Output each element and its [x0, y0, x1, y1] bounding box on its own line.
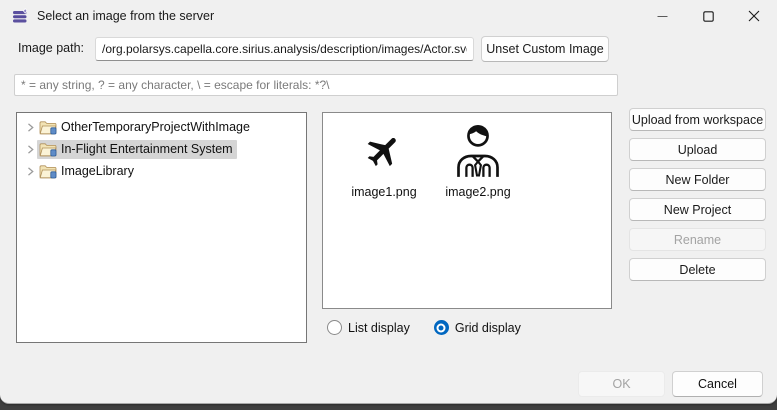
- chevron-right-icon[interactable]: [23, 120, 37, 134]
- tree-item-in-flight-entertainment-system[interactable]: In-Flight Entertainment System: [17, 138, 306, 160]
- person-image: [447, 121, 509, 181]
- unset-custom-image-button[interactable]: Unset Custom Image: [481, 36, 609, 62]
- maximize-button[interactable]: [685, 0, 731, 32]
- ok-button[interactable]: OK: [578, 371, 665, 397]
- new-folder-button[interactable]: New Folder: [629, 168, 766, 191]
- gallery-item-image1[interactable]: image1.png: [341, 121, 427, 199]
- tree-item-other-temporary-project[interactable]: OtherTemporaryProjectWithImage: [17, 116, 306, 138]
- airplane-image: [353, 121, 415, 181]
- cancel-button[interactable]: Cancel: [672, 371, 763, 397]
- close-button[interactable]: [731, 0, 777, 32]
- tree-item-label: ImageLibrary: [61, 164, 134, 178]
- gallery-item-label: image1.png: [351, 185, 416, 199]
- image-path-input[interactable]: [95, 37, 474, 61]
- action-buttons: Upload from workspace Upload New Folder …: [629, 108, 766, 281]
- project-tree[interactable]: OtherTemporaryProjectWithImage In-Flight…: [16, 112, 307, 343]
- window-controls: [639, 0, 777, 32]
- gallery-item-image2[interactable]: image2.png: [435, 121, 521, 199]
- minimize-icon: [657, 11, 668, 22]
- tree-item-label: In-Flight Entertainment System: [61, 142, 233, 156]
- tree-item-image-library[interactable]: ImageLibrary: [17, 160, 306, 182]
- window-title: Select an image from the server: [37, 9, 214, 23]
- sirius-dialog-icon: [12, 8, 29, 25]
- display-options: List display Grid display: [327, 320, 521, 335]
- close-icon: [748, 10, 760, 22]
- select-image-dialog: Select an image from the server Image pa…: [0, 0, 777, 404]
- tree-item-label: OtherTemporaryProjectWithImage: [61, 120, 250, 134]
- chevron-right-icon[interactable]: [23, 164, 37, 178]
- radio-checked-icon[interactable]: [434, 320, 449, 335]
- open-project-folder-icon: [39, 142, 57, 157]
- delete-button[interactable]: Delete: [629, 258, 766, 281]
- grid-display-radio[interactable]: Grid display: [434, 320, 521, 335]
- rename-button[interactable]: Rename: [629, 228, 766, 251]
- list-display-label: List display: [348, 321, 410, 335]
- list-display-radio[interactable]: List display: [327, 320, 410, 335]
- grid-display-label: Grid display: [455, 321, 521, 335]
- gallery-item-label: image2.png: [445, 185, 510, 199]
- image-path-label: Image path:: [18, 41, 84, 55]
- upload-from-workspace-button[interactable]: Upload from workspace: [629, 108, 766, 131]
- chevron-right-icon[interactable]: [23, 142, 37, 156]
- maximize-icon: [703, 11, 714, 22]
- new-project-button[interactable]: New Project: [629, 198, 766, 221]
- minimize-button[interactable]: [639, 0, 685, 32]
- filter-input[interactable]: [14, 74, 618, 96]
- title-bar: Select an image from the server: [0, 0, 777, 32]
- upload-button[interactable]: Upload: [629, 138, 766, 161]
- open-project-folder-icon: [39, 164, 57, 179]
- open-project-folder-icon: [39, 120, 57, 135]
- radio-unchecked-icon[interactable]: [327, 320, 342, 335]
- image-gallery: image1.png image2.png: [322, 112, 612, 309]
